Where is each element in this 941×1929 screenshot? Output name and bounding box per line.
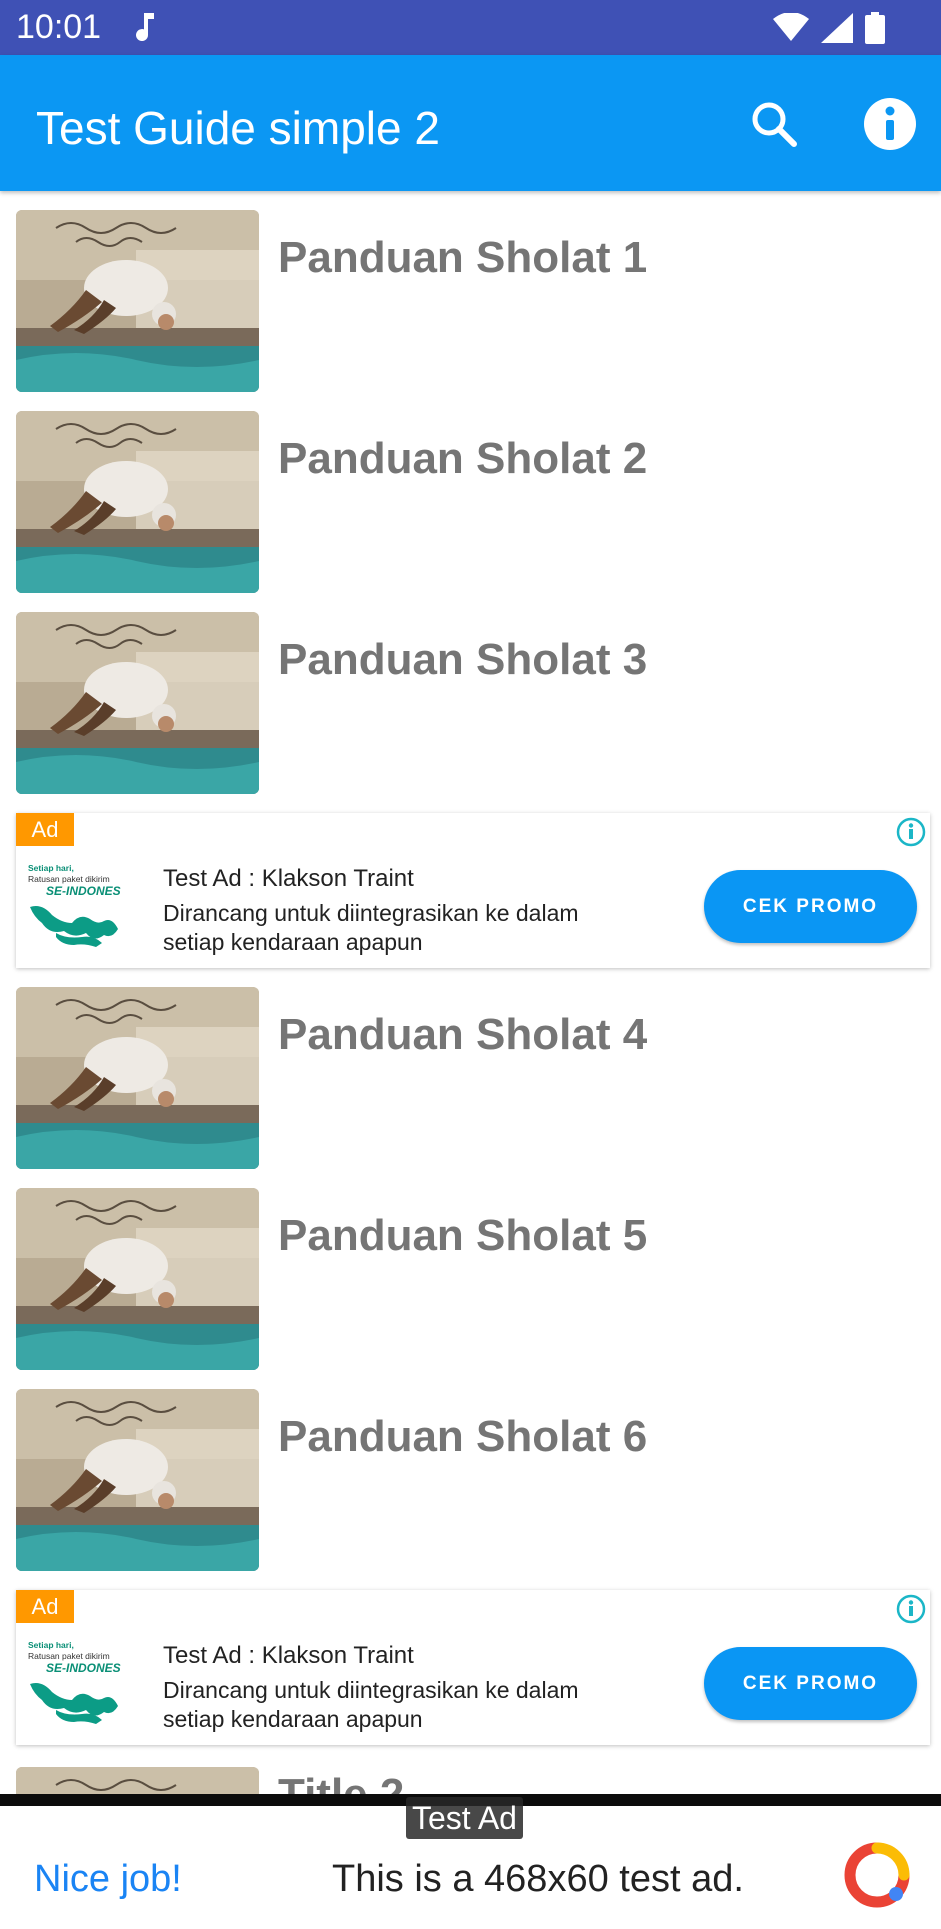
list-item[interactable]: Panduan Sholat 3 — [16, 612, 926, 794]
ad-headline: Test Ad : Klakson Traint — [163, 1642, 414, 1669]
ad-logo-text-1: Setiap hari, — [28, 863, 74, 873]
ad-logo-text-2: Ratusan paket dikirim — [28, 874, 110, 884]
native-ad-card[interactable]: Ad Setiap hari, Ratusan paket dikirim SE… — [16, 1590, 930, 1745]
list-item-thumbnail — [16, 1767, 259, 1795]
ad-body: Dirancang untuk diintegrasikan ke dalam … — [163, 1677, 579, 1732]
list-item-title: Panduan Sholat 5 — [278, 1211, 648, 1260]
banner-ad-text: This is a 468x60 test ad. — [332, 1858, 744, 1900]
ad-badge: Ad — [16, 813, 74, 846]
native-ad-card[interactable]: Ad Setiap hari, Ratusan paket dikirim SE… — [16, 813, 930, 968]
status-icons — [773, 10, 885, 46]
list-item-thumbnail — [16, 1188, 259, 1370]
list-item-title: Panduan Sholat 4 — [278, 1010, 648, 1059]
list-item[interactable]: Panduan Sholat 4 — [16, 987, 926, 1169]
list-item[interactable]: Title 2 — [16, 1767, 926, 1795]
list-item-title: Panduan Sholat 6 — [278, 1412, 648, 1461]
list-item-thumbnail — [16, 210, 259, 392]
music-note-icon — [136, 13, 154, 42]
ad-logo-text-2: Ratusan paket dikirim — [28, 1651, 110, 1661]
search-icon[interactable] — [748, 98, 800, 150]
ad-choices-icon[interactable] — [896, 817, 926, 847]
list-item-title: Title 2 — [278, 1770, 405, 1795]
ad-logo-text-3: SE-INDONES — [46, 1661, 121, 1675]
ad-network-logo-icon — [844, 1842, 910, 1908]
list-item-thumbnail — [16, 1389, 259, 1571]
status-bar: 10:01 — [0, 0, 941, 55]
banner-nice-text: Nice job! — [34, 1858, 182, 1900]
ad-badge: Ad — [16, 1590, 74, 1623]
app-title: Test Guide simple 2 — [36, 102, 440, 154]
battery-icon — [865, 12, 885, 44]
ad-logo-text-3: SE-INDONES — [46, 884, 121, 898]
ad-logo-map: Setiap hari, Ratusan paket dikirim SE-IN… — [28, 863, 121, 947]
info-icon[interactable] — [862, 96, 918, 152]
ad-logo-text-1: Setiap hari, — [28, 1640, 74, 1650]
ad-headline: Test Ad : Klakson Traint — [163, 865, 414, 892]
list-item[interactable]: Panduan Sholat 1 — [16, 210, 926, 392]
signal-icon — [821, 13, 853, 43]
ad-cta-button[interactable]: CEK PROMO — [704, 1647, 917, 1720]
list-item-thumbnail — [16, 612, 259, 794]
list-item-title: Panduan Sholat 3 — [278, 635, 648, 684]
list-item-title: Panduan Sholat 1 — [278, 233, 648, 282]
ad-logo-map: Setiap hari, Ratusan paket dikirim SE-IN… — [28, 1640, 121, 1724]
ad-choices-icon[interactable] — [896, 1594, 926, 1624]
list-item-thumbnail — [16, 411, 259, 593]
list-item[interactable]: Panduan Sholat 2 — [16, 411, 926, 593]
status-time: 10:01 — [16, 8, 102, 46]
ad-body: Dirancang untuk diintegrasikan ke dalam … — [163, 900, 579, 955]
wifi-icon — [773, 13, 809, 41]
list-item-title: Panduan Sholat 2 — [278, 434, 648, 483]
test-ad-label: Test Ad — [406, 1797, 523, 1839]
ad-cta-button[interactable]: CEK PROMO — [704, 870, 917, 943]
app-bar: Test Guide simple 2 — [0, 55, 941, 191]
list-item[interactable]: Panduan Sholat 6 — [16, 1389, 926, 1571]
list-item-thumbnail — [16, 987, 259, 1169]
list-item[interactable]: Panduan Sholat 5 — [16, 1188, 926, 1370]
